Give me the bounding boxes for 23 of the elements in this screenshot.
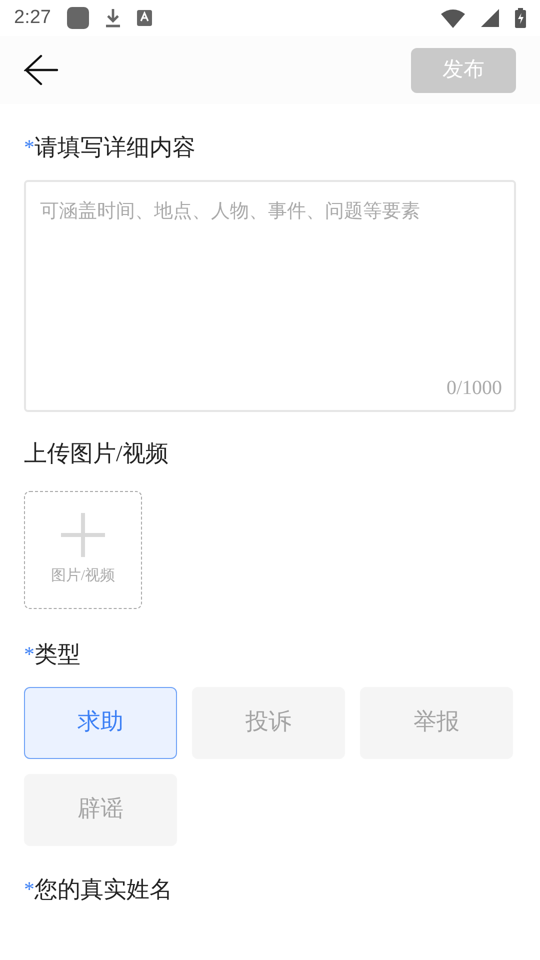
type-option[interactable]: 举报 bbox=[360, 686, 513, 759]
app-icon bbox=[66, 7, 89, 29]
plus-icon bbox=[61, 512, 105, 557]
section-label: 请填写详细内容 bbox=[34, 134, 196, 162]
type-option[interactable]: 辟谣 bbox=[24, 774, 177, 846]
battery-icon bbox=[515, 8, 526, 28]
keyboard-app-icon bbox=[136, 10, 152, 26]
required-asterisk: * bbox=[24, 134, 34, 161]
upload-tile[interactable]: 图片/视频 bbox=[24, 491, 142, 610]
required-asterisk: * bbox=[24, 876, 34, 903]
download-icon bbox=[104, 8, 121, 28]
char-counter: 0/1000 bbox=[446, 376, 502, 400]
type-option[interactable]: 求助 bbox=[24, 686, 177, 759]
back-arrow-icon[interactable] bbox=[24, 54, 58, 86]
section-label: 类型 bbox=[34, 641, 80, 669]
section-label: 上传图片/视频 bbox=[24, 440, 168, 468]
section-label: 您的真实姓名 bbox=[34, 876, 172, 904]
signal-icon bbox=[481, 9, 499, 27]
upload-tile-label: 图片/视频 bbox=[50, 566, 116, 586]
wifi-icon bbox=[441, 8, 465, 28]
required-asterisk: * bbox=[24, 641, 34, 668]
clock: 2:27 bbox=[14, 6, 51, 30]
type-option[interactable]: 投诉 bbox=[192, 686, 345, 759]
